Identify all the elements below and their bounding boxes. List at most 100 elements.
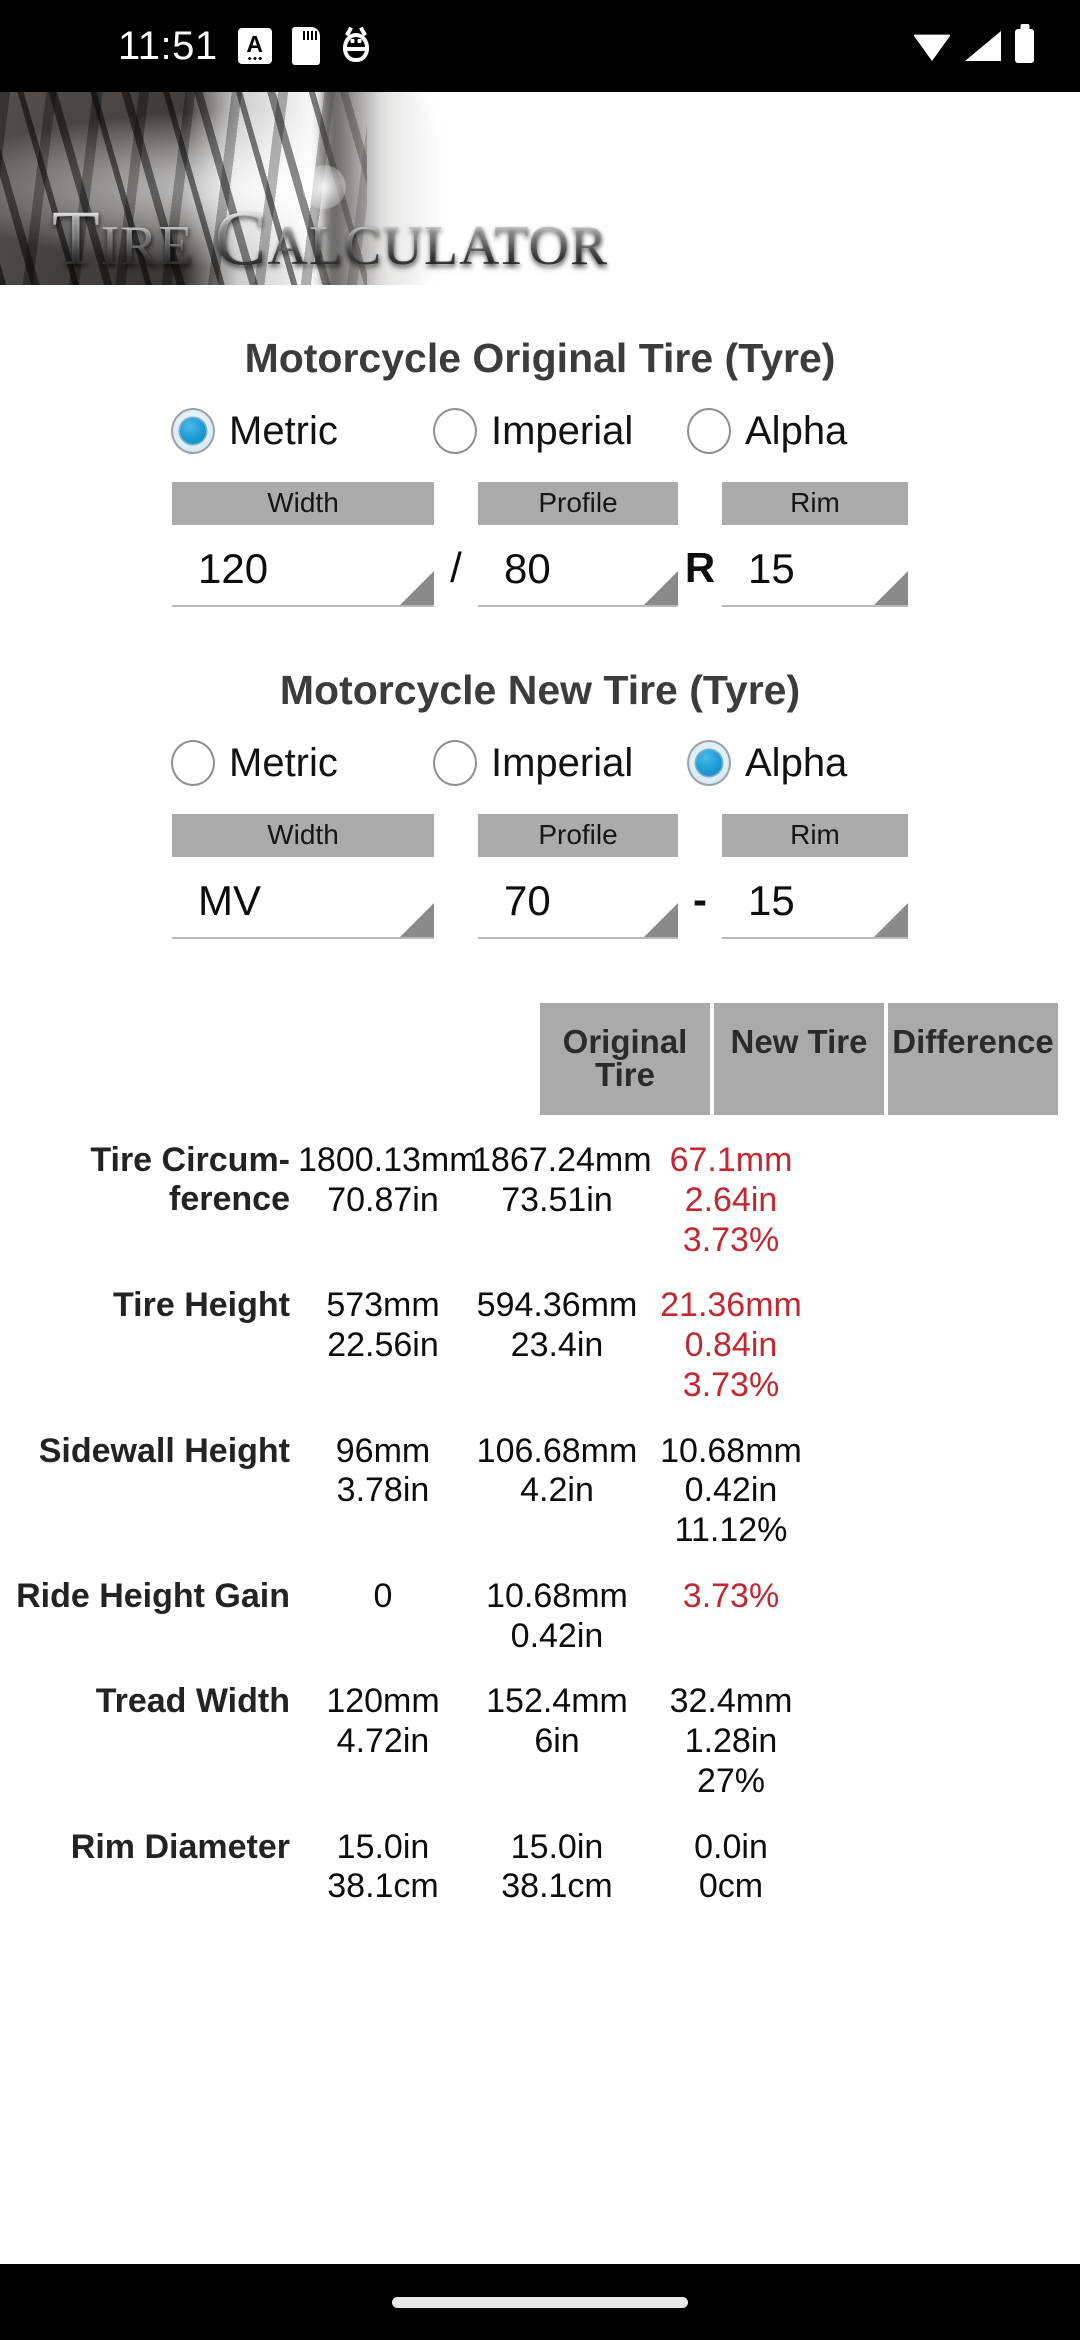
original-rim-header: Rim	[722, 482, 908, 525]
new-profile-spinner[interactable]: 70	[478, 865, 678, 939]
new-tire-fields: Width MV Profile 70 - Rim 15	[0, 814, 1080, 939]
app-title-t: T	[52, 194, 101, 281]
row-difference-value: 0.0in 0cm	[694, 1827, 768, 1906]
table-row: Rim Diameter 15.0in 38.1cm 15.0in 38.1cm 0.0i…	[0, 1828, 1080, 1908]
original-width-value: 120	[198, 545, 269, 592]
original-profile-field: Profile 80	[478, 482, 678, 607]
original-radio-alpha-label: Alpha	[745, 409, 848, 453]
new-separator-dash: -	[693, 876, 707, 923]
row-original-value: 573mm 22.56in	[326, 1286, 440, 1365]
original-width-header: Width	[172, 482, 434, 525]
dropdown-arrow-icon[interactable]	[644, 571, 678, 605]
new-radio-metric[interactable]: Metric	[171, 740, 433, 786]
new-rim-header: Rim	[722, 814, 908, 857]
new-profile-field: Profile 70	[478, 814, 678, 939]
original-radio-imperial-label: Imperial	[491, 409, 634, 453]
original-profile-value: 80	[504, 545, 551, 592]
results-header-original: Original Tire	[540, 1003, 710, 1115]
new-rim-field: Rim 15	[722, 814, 908, 939]
original-radio-alpha[interactable]: Alpha	[687, 408, 909, 454]
table-row: Tire Height 573mm 22.56in 594.36mm 23.4in 21.…	[0, 1286, 1080, 1405]
status-bar-right	[913, 29, 1034, 63]
app-content: TIRE CALCULATOR Motorcycle Original Tire…	[0, 92, 1080, 2264]
radio-circle-icon[interactable]	[433, 740, 477, 786]
new-unit-radio-group: Metric Imperial Alpha	[0, 740, 1080, 786]
original-width-spinner[interactable]: 120	[172, 533, 434, 607]
new-width-field: Width MV	[172, 814, 434, 939]
results-header-row: Original Tire New Tire Difference	[0, 1003, 1080, 1115]
row-new-value: 10.68mm 0.42in	[486, 1576, 628, 1655]
new-profile-value: 70	[504, 877, 551, 924]
row-original-value: 1800.13mm 70.87in	[298, 1141, 478, 1219]
new-profile-header: Profile	[478, 814, 678, 857]
original-radio-imperial[interactable]: Imperial	[433, 408, 687, 454]
new-radio-alpha[interactable]: Alpha	[687, 740, 909, 786]
original-profile-spinner[interactable]: 80	[478, 533, 678, 607]
row-difference-value: 21.36mm 0.84in 3.73%	[660, 1286, 802, 1404]
status-bar-clock: 11:51	[118, 24, 218, 68]
navigation-bar	[0, 2264, 1080, 2340]
table-row: Sidewall Height 96mm 3.78in 106.68mm 4.2in 10…	[0, 1432, 1080, 1551]
app-title-c: C	[214, 194, 268, 281]
row-new-value: 1867.24mm 73.51in	[472, 1141, 652, 1219]
row-new-value: 15.0in 38.1cm	[501, 1827, 613, 1906]
row-original-value: 96mm 3.78in	[335, 1431, 431, 1510]
row-label: Sidewall Height	[38, 1431, 290, 1470]
sdcard-icon	[291, 27, 320, 65]
dropdown-arrow-icon[interactable]	[400, 571, 434, 605]
original-unit-radio-group: Metric Imperial Alpha	[0, 408, 1080, 454]
radio-circle-icon[interactable]	[171, 408, 215, 454]
new-radio-imperial[interactable]: Imperial	[433, 740, 687, 786]
bug-icon	[340, 26, 372, 64]
new-radio-alpha-label: Alpha	[745, 741, 848, 785]
original-radio-metric-label: Metric	[229, 409, 338, 453]
original-radio-metric[interactable]: Metric	[171, 408, 433, 454]
results-table: Original Tire New Tire Difference Tire C…	[0, 1003, 1080, 1907]
app-banner: TIRE CALCULATOR	[0, 92, 1080, 285]
row-difference-value: 10.68mm 0.42in 11.12%	[660, 1431, 802, 1550]
original-width-field: Width 120	[172, 482, 434, 607]
new-radio-metric-label: Metric	[229, 741, 338, 785]
results-header-new: New Tire	[714, 1003, 884, 1115]
row-original-value: 0	[373, 1576, 393, 1615]
radio-circle-icon[interactable]	[433, 408, 477, 454]
radio-circle-icon[interactable]	[171, 740, 215, 786]
row-label: Tire Height	[113, 1286, 290, 1325]
original-tire-heading: Motorcycle Original Tire (Tyre)	[244, 335, 836, 381]
row-label: Rim Diameter	[70, 1827, 290, 1866]
new-radio-imperial-label: Imperial	[491, 741, 634, 785]
new-rim-spinner[interactable]: 15	[722, 865, 908, 939]
row-new-value: 594.36mm 23.4in	[476, 1286, 638, 1365]
original-separator-slash: /	[450, 544, 462, 591]
row-difference-value: 3.73%	[682, 1576, 780, 1615]
original-rim-spinner[interactable]: 15	[722, 533, 908, 607]
original-rim-value: 15	[748, 545, 795, 592]
row-label: Tread Width	[95, 1682, 290, 1721]
radio-circle-icon[interactable]	[687, 408, 731, 454]
results-header-difference: Difference	[888, 1003, 1058, 1115]
dropdown-arrow-icon[interactable]	[644, 903, 678, 937]
table-row: Tread Width 120mm 4.72in 152.4mm 6in 32.4mm 1.…	[0, 1682, 1080, 1801]
radio-circle-icon[interactable]	[687, 740, 731, 786]
row-label: Ride Height Gain	[16, 1576, 290, 1615]
new-rim-value: 15	[748, 877, 795, 924]
row-new-value: 152.4mm 6in	[486, 1682, 628, 1761]
home-gesture-pill[interactable]	[392, 2296, 688, 2308]
original-rim-field: Rim 15	[722, 482, 908, 607]
row-difference-value: 67.1mm 2.64in 3.73%	[669, 1141, 793, 1259]
dropdown-arrow-icon[interactable]	[400, 903, 434, 937]
row-original-value: 120mm 4.72in	[326, 1682, 440, 1761]
new-width-value: MV	[198, 877, 261, 924]
row-label: Tire Circum-ference	[90, 1141, 290, 1219]
cell-signal-icon	[965, 31, 1001, 61]
dropdown-arrow-icon[interactable]	[874, 903, 908, 937]
table-row: Tire Circum-ference 1800.13mm 70.87in 1867.…	[0, 1141, 1080, 1260]
row-new-value: 106.68mm 4.2in	[476, 1431, 638, 1510]
row-difference-value: 32.4mm 1.28in 27%	[669, 1682, 793, 1800]
battery-icon	[1015, 29, 1034, 63]
table-row: Ride Height Gain 0 10.68mm 0.42in 3.73%	[0, 1577, 1080, 1657]
new-width-spinner[interactable]: MV	[172, 865, 434, 939]
app-title-ire: IRE	[100, 215, 194, 277]
dropdown-arrow-icon[interactable]	[874, 571, 908, 605]
row-original-value: 15.0in 38.1cm	[327, 1827, 439, 1906]
